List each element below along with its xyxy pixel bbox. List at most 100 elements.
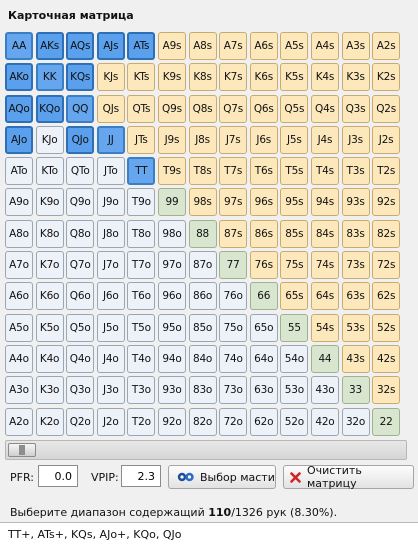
- hand-cell-KQo[interactable]: KQo: [35, 94, 64, 123]
- hand-cell-J8o[interactable]: J8o: [96, 219, 125, 248]
- hand-cell-K8o[interactable]: K8o: [35, 219, 64, 248]
- hand-cell-22[interactable]: 22: [372, 407, 401, 436]
- hand-cell-KTs[interactable]: KTs: [127, 63, 156, 92]
- hand-cell-J2s[interactable]: J2s: [372, 125, 401, 154]
- range-slider-thumb[interactable]: [8, 443, 36, 457]
- hand-cell-K2s[interactable]: K2s: [372, 63, 401, 92]
- hand-cell-96s[interactable]: 96s: [249, 188, 278, 217]
- hand-cell-62s[interactable]: 62s: [372, 282, 401, 311]
- hand-cell-74s[interactable]: 74s: [310, 251, 339, 280]
- hand-cell-Q7s[interactable]: Q7s: [219, 94, 248, 123]
- hand-cell-T5s[interactable]: T5s: [280, 157, 309, 186]
- hand-cell-T2o[interactable]: T2o: [127, 407, 156, 436]
- hand-cell-JJ[interactable]: JJ: [96, 125, 125, 154]
- hand-cell-KJo[interactable]: KJo: [35, 125, 64, 154]
- hand-cell-85s[interactable]: 85s: [280, 219, 309, 248]
- hand-cell-54o[interactable]: 54o: [280, 344, 309, 373]
- hand-cell-A8o[interactable]: A8o: [5, 219, 33, 248]
- hand-cell-75o[interactable]: 75o: [219, 313, 248, 342]
- hand-cell-87o[interactable]: 87o: [188, 251, 217, 280]
- hand-cell-A4s[interactable]: A4s: [310, 32, 339, 60]
- hand-cell-J5s[interactable]: J5s: [280, 125, 309, 154]
- hand-cell-52o[interactable]: 52o: [280, 407, 309, 436]
- hand-cell-76o[interactable]: 76o: [219, 282, 248, 311]
- hand-cell-85o[interactable]: 85o: [188, 313, 217, 342]
- hand-cell-J5o[interactable]: J5o: [96, 313, 125, 342]
- hand-cell-55[interactable]: 55: [280, 313, 309, 342]
- hand-cell-Q3o[interactable]: Q3o: [66, 376, 95, 405]
- hand-cell-Q6o[interactable]: Q6o: [66, 282, 95, 311]
- hand-cell-QJo[interactable]: QJo: [66, 125, 95, 154]
- hand-cell-95s[interactable]: 95s: [280, 188, 309, 217]
- hand-cell-K3s[interactable]: K3s: [341, 63, 370, 92]
- hand-cell-AA[interactable]: AA: [5, 32, 33, 60]
- hand-cell-75s[interactable]: 75s: [280, 251, 309, 280]
- hand-cell-A8s[interactable]: A8s: [188, 32, 217, 60]
- hand-cell-Q4o[interactable]: Q4o: [66, 344, 95, 373]
- hand-cell-J4s[interactable]: J4s: [310, 125, 339, 154]
- hand-cell-K4o[interactable]: K4o: [35, 344, 64, 373]
- hand-cell-T3s[interactable]: T3s: [341, 157, 370, 186]
- hand-cell-K9o[interactable]: K9o: [35, 188, 64, 217]
- hand-cell-K3o[interactable]: K3o: [35, 376, 64, 405]
- hand-cell-44[interactable]: 44: [310, 344, 339, 373]
- hand-cell-ATs[interactable]: ATs: [127, 32, 156, 60]
- hand-cell-87s[interactable]: 87s: [219, 219, 248, 248]
- hand-cell-Q9s[interactable]: Q9s: [157, 94, 186, 123]
- hand-cell-65o[interactable]: 65o: [249, 313, 278, 342]
- hand-cell-66[interactable]: 66: [249, 282, 278, 311]
- hand-cell-43s[interactable]: 43s: [341, 344, 370, 373]
- range-text-field[interactable]: TT+, ATs+, KQs, AJo+, KQo, QJo: [0, 522, 418, 545]
- suit-select-button[interactable]: Выбор масти: [168, 465, 276, 489]
- hand-cell-J7s[interactable]: J7s: [219, 125, 248, 154]
- hand-cell-A3s[interactable]: A3s: [341, 32, 370, 60]
- hand-cell-K6o[interactable]: K6o: [35, 282, 64, 311]
- hand-cell-97o[interactable]: 97o: [157, 251, 186, 280]
- hand-cell-ATo[interactable]: ATo: [5, 157, 33, 186]
- hand-cell-T5o[interactable]: T5o: [127, 313, 156, 342]
- hand-cell-A7s[interactable]: A7s: [219, 32, 248, 60]
- hand-cell-82s[interactable]: 82s: [372, 219, 401, 248]
- hand-cell-82o[interactable]: 82o: [188, 407, 217, 436]
- hand-cell-Q3s[interactable]: Q3s: [341, 94, 370, 123]
- hand-cell-J3o[interactable]: J3o: [96, 376, 125, 405]
- hand-cell-K6s[interactable]: K6s: [249, 63, 278, 92]
- hand-cell-T9s[interactable]: T9s: [157, 157, 186, 186]
- hand-cell-K4s[interactable]: K4s: [310, 63, 339, 92]
- hand-cell-TT[interactable]: TT: [127, 157, 156, 186]
- hand-cell-A9s[interactable]: A9s: [157, 32, 186, 60]
- hand-cell-J6s[interactable]: J6s: [249, 125, 278, 154]
- hand-cell-T6s[interactable]: T6s: [249, 157, 278, 186]
- hand-cell-Q2s[interactable]: Q2s: [372, 94, 401, 123]
- hand-cell-QTs[interactable]: QTs: [127, 94, 156, 123]
- hand-cell-72o[interactable]: 72o: [219, 407, 248, 436]
- hand-cell-A3o[interactable]: A3o: [5, 376, 33, 405]
- hand-cell-92s[interactable]: 92s: [372, 188, 401, 217]
- hand-cell-K9s[interactable]: K9s: [157, 63, 186, 92]
- hand-cell-T8o[interactable]: T8o: [127, 219, 156, 248]
- hand-cell-97s[interactable]: 97s: [219, 188, 248, 217]
- hand-cell-T2s[interactable]: T2s: [372, 157, 401, 186]
- hand-cell-64o[interactable]: 64o: [249, 344, 278, 373]
- hand-cell-J9s[interactable]: J9s: [157, 125, 186, 154]
- hand-cell-K2o[interactable]: K2o: [35, 407, 64, 436]
- hand-cell-63s[interactable]: 63s: [341, 282, 370, 311]
- hand-cell-98o[interactable]: 98o: [157, 219, 186, 248]
- hand-cell-42o[interactable]: 42o: [310, 407, 339, 436]
- hand-cell-J6o[interactable]: J6o: [96, 282, 125, 311]
- hand-cell-AKo[interactable]: AKo: [5, 63, 33, 92]
- hand-cell-T8s[interactable]: T8s: [188, 157, 217, 186]
- hand-cell-KQs[interactable]: KQs: [66, 63, 95, 92]
- hand-cell-AQo[interactable]: AQo: [5, 94, 33, 123]
- hand-cell-T7o[interactable]: T7o: [127, 251, 156, 280]
- hand-cell-42s[interactable]: 42s: [372, 344, 401, 373]
- hand-cell-94o[interactable]: 94o: [157, 344, 186, 373]
- hand-cell-98s[interactable]: 98s: [188, 188, 217, 217]
- hand-cell-Q8s[interactable]: Q8s: [188, 94, 217, 123]
- hand-cell-88[interactable]: 88: [188, 219, 217, 248]
- hand-cell-64s[interactable]: 64s: [310, 282, 339, 311]
- hand-cell-53o[interactable]: 53o: [280, 376, 309, 405]
- hand-cell-Q7o[interactable]: Q7o: [66, 251, 95, 280]
- hand-cell-QJs[interactable]: QJs: [96, 94, 125, 123]
- hand-cell-A5o[interactable]: A5o: [5, 313, 33, 342]
